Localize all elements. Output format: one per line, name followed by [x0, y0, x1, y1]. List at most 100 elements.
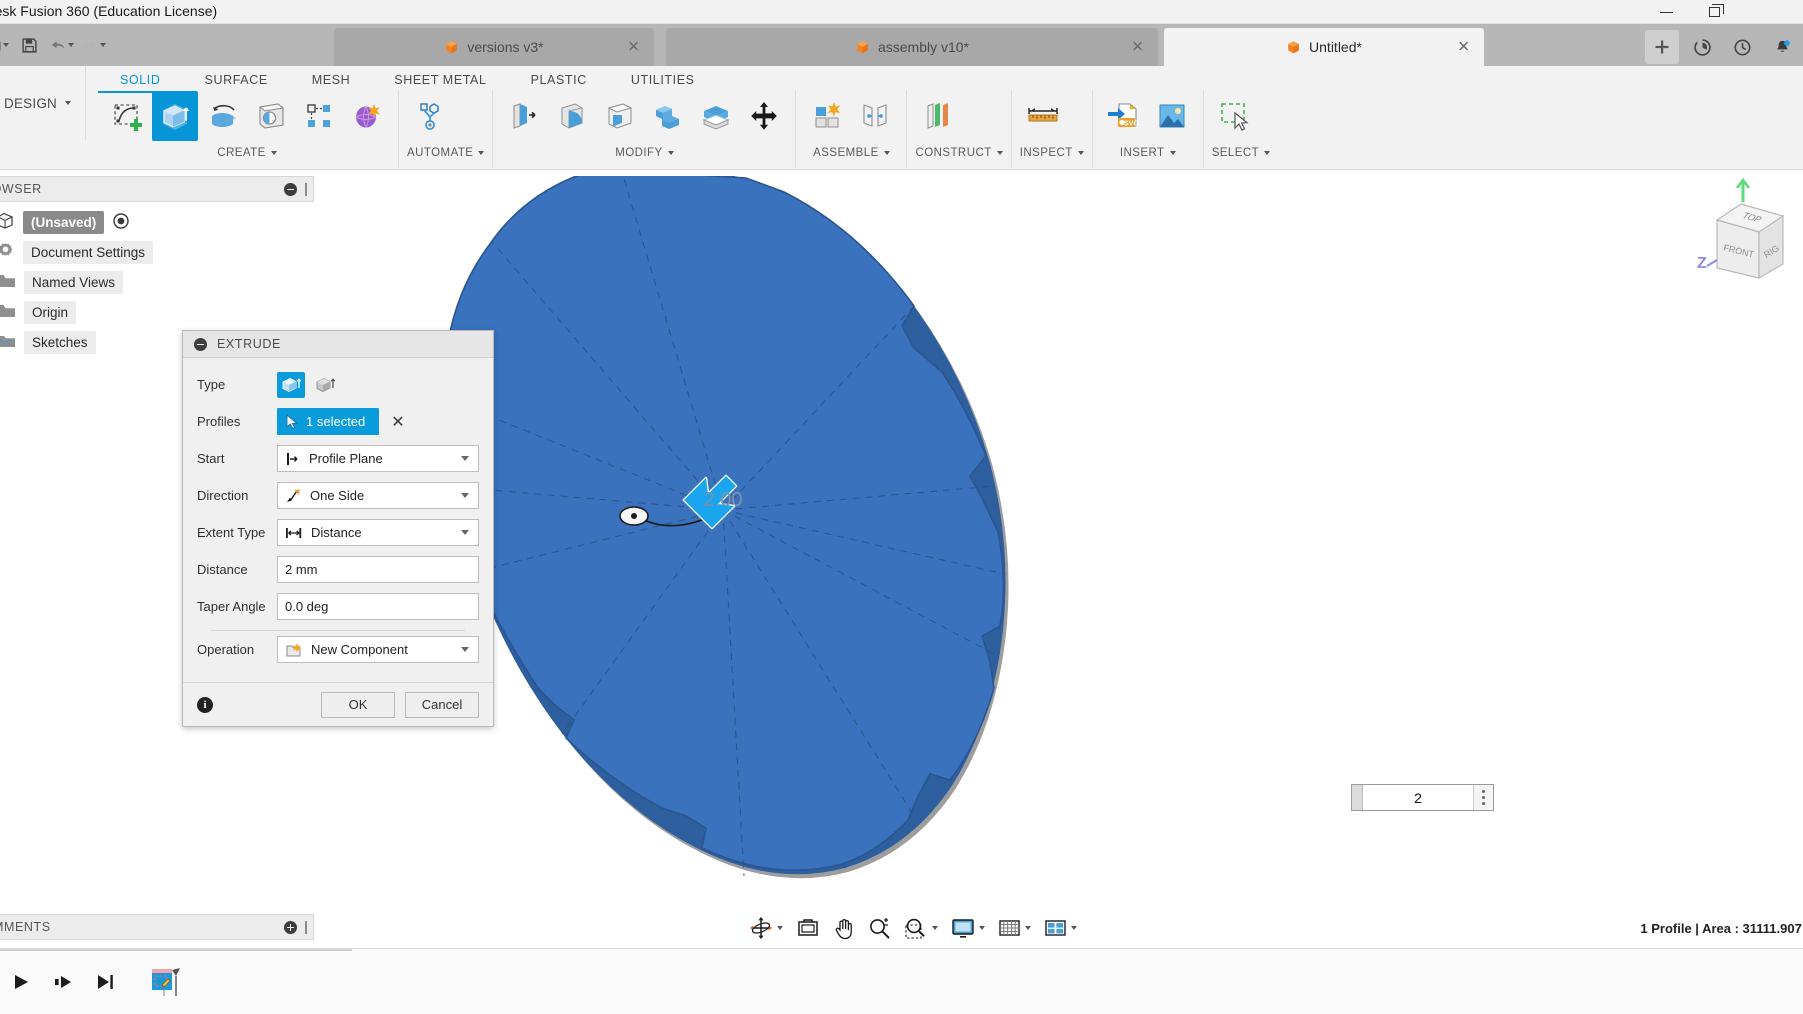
panel-label: ASSEMBLE [813, 147, 879, 159]
create-sketch-button[interactable] [104, 91, 150, 141]
distance-label: Distance [197, 562, 277, 577]
new-tab-button[interactable] [1645, 30, 1679, 64]
fillet-button[interactable] [549, 91, 595, 141]
offset-face-button[interactable] [693, 91, 739, 141]
ribbon-panel-modify: MODIFY [492, 90, 795, 168]
offset-plane-button[interactable] [915, 91, 961, 141]
direction-dropdown[interactable]: One Side [277, 482, 479, 509]
job-status-icon [1693, 38, 1712, 57]
distance-input-field[interactable]: 2 [1351, 784, 1494, 811]
extrude-dialog[interactable]: EXTRUDE Type [182, 330, 494, 727]
save-button[interactable] [14, 30, 44, 60]
file-menu-button[interactable] [0, 30, 12, 60]
timeline-play-end-button[interactable] [90, 967, 120, 997]
browser-item-label: Named Views [24, 271, 123, 294]
browser-item-origin[interactable]: Origin [0, 297, 314, 327]
offset-plane-icon [921, 99, 955, 133]
dialog-collapse-icon[interactable] [194, 338, 207, 351]
taper-angle-input[interactable]: 0.0 deg [277, 593, 479, 620]
chevron-down-icon [271, 151, 277, 155]
shell-button[interactable] [597, 91, 643, 141]
field-row-type: Type [197, 366, 479, 403]
document-tab-assembly[interactable]: assembly v10* ✕ [666, 28, 1158, 66]
ribbon-panel-title-automate[interactable]: AUTOMATE [407, 142, 484, 164]
ribbon-panel-title-construct[interactable]: CONSTRUCT [915, 142, 1002, 164]
undo-icon [48, 37, 67, 53]
chevron-down-icon [461, 530, 469, 535]
comments-resize-grip[interactable] [305, 921, 307, 934]
ribbon-panel-title-insert[interactable]: INSERT [1101, 142, 1195, 164]
panel-label: CONSTRUCT [915, 147, 991, 159]
new-component-button[interactable] [804, 91, 850, 141]
recent-button[interactable] [1725, 30, 1759, 64]
tab-close-icon[interactable]: ✕ [1457, 40, 1470, 55]
hole-button[interactable] [248, 91, 294, 141]
start-dropdown[interactable]: Profile Plane [277, 445, 479, 472]
type-solid-extrude-button[interactable] [277, 372, 305, 398]
timeline-feature-sketch[interactable] [144, 959, 188, 1005]
browser-collapse-icon[interactable] [284, 183, 297, 196]
undo-button[interactable] [46, 30, 76, 60]
info-icon[interactable]: i [197, 697, 213, 713]
create-form-button[interactable] [344, 91, 390, 141]
window-minimize-button[interactable] [1643, 0, 1689, 24]
ribbon-panel-title-create[interactable]: CREATE [104, 142, 390, 164]
distance-input[interactable]: 2 mm [277, 556, 479, 583]
component-activate-radio[interactable] [112, 212, 130, 233]
cancel-button[interactable]: Cancel [405, 692, 479, 718]
redo-button[interactable] [78, 30, 108, 60]
combine-button[interactable] [645, 91, 691, 141]
select-button[interactable] [1212, 91, 1258, 141]
browser-item-document-settings[interactable]: Document Settings [0, 237, 314, 267]
workspace-switcher[interactable]: DESIGN [0, 66, 86, 140]
ribbon-panel-title-assemble[interactable]: ASSEMBLE [804, 142, 898, 164]
thin-extrude-icon [315, 375, 335, 394]
insert-svg-button[interactable]: SVG [1101, 91, 1147, 141]
clock-icon [1733, 38, 1752, 57]
measure-button[interactable] [1020, 91, 1066, 141]
distance-input-value[interactable]: 2 [1363, 785, 1473, 810]
browser-item-named-views[interactable]: Named Views [0, 267, 314, 297]
tab-close-icon[interactable]: ✕ [1131, 40, 1144, 55]
press-pull-button[interactable] [501, 91, 547, 141]
joint-button[interactable] [852, 91, 898, 141]
fusion-cube-icon [855, 40, 870, 55]
window-restore-button[interactable] [1691, 0, 1737, 24]
profiles-clear-icon[interactable]: ✕ [391, 412, 404, 432]
view-cube[interactable]: TOP FRONT RIG Z [1683, 176, 1803, 296]
canvas-viewport[interactable]: 2.00 TOP FRONT RIG Z 2 [314, 176, 1803, 936]
distance-extent-icon [285, 526, 303, 540]
extrude-dialog-title: EXTRUDE [217, 337, 281, 351]
extent-type-dropdown[interactable]: Distance [277, 519, 479, 546]
extrude-button[interactable] [152, 91, 198, 141]
document-tab-untitled[interactable]: Untitled* ✕ [1164, 28, 1484, 66]
timeline-play-begin-button[interactable] [6, 967, 36, 997]
profiles-value: 1 selected [306, 414, 365, 429]
extrude-dialog-header[interactable]: EXTRUDE [183, 331, 493, 358]
type-thin-extrude-button[interactable] [311, 372, 339, 398]
tab-close-icon[interactable]: ✕ [627, 40, 640, 55]
job-status-button[interactable] [1685, 30, 1719, 64]
browser-resize-grip[interactable] [305, 183, 307, 196]
revolve-button[interactable] [200, 91, 246, 141]
ribbon-panel-title-inspect[interactable]: INSPECT [1020, 142, 1084, 164]
browser-item-label: Document Settings [23, 241, 153, 264]
rectangular-pattern-button[interactable] [296, 91, 342, 141]
operation-dropdown[interactable]: New Component [277, 636, 479, 663]
browser-item-unsaved[interactable]: (Unsaved) [0, 207, 314, 237]
type-label: Type [197, 377, 277, 392]
profiles-selection-badge[interactable]: 1 selected [277, 408, 379, 435]
document-tab-versions[interactable]: versions v3* ✕ [334, 28, 654, 66]
ribbon-panel-title-modify[interactable]: MODIFY [501, 142, 787, 164]
ok-button[interactable]: OK [321, 692, 395, 718]
input-drag-grip[interactable] [1352, 785, 1363, 810]
insert-image-button[interactable] [1149, 91, 1195, 141]
move-copy-button[interactable] [741, 91, 787, 141]
chevron-down-icon [3, 43, 9, 47]
comments-expand-icon[interactable] [284, 921, 297, 934]
ribbon-panel-title-select[interactable]: SELECT [1212, 142, 1270, 164]
notifications-button[interactable] [1765, 30, 1799, 64]
timeline-step-button[interactable] [48, 967, 78, 997]
input-options-icon[interactable] [1473, 785, 1493, 810]
automate-button[interactable] [407, 91, 453, 141]
